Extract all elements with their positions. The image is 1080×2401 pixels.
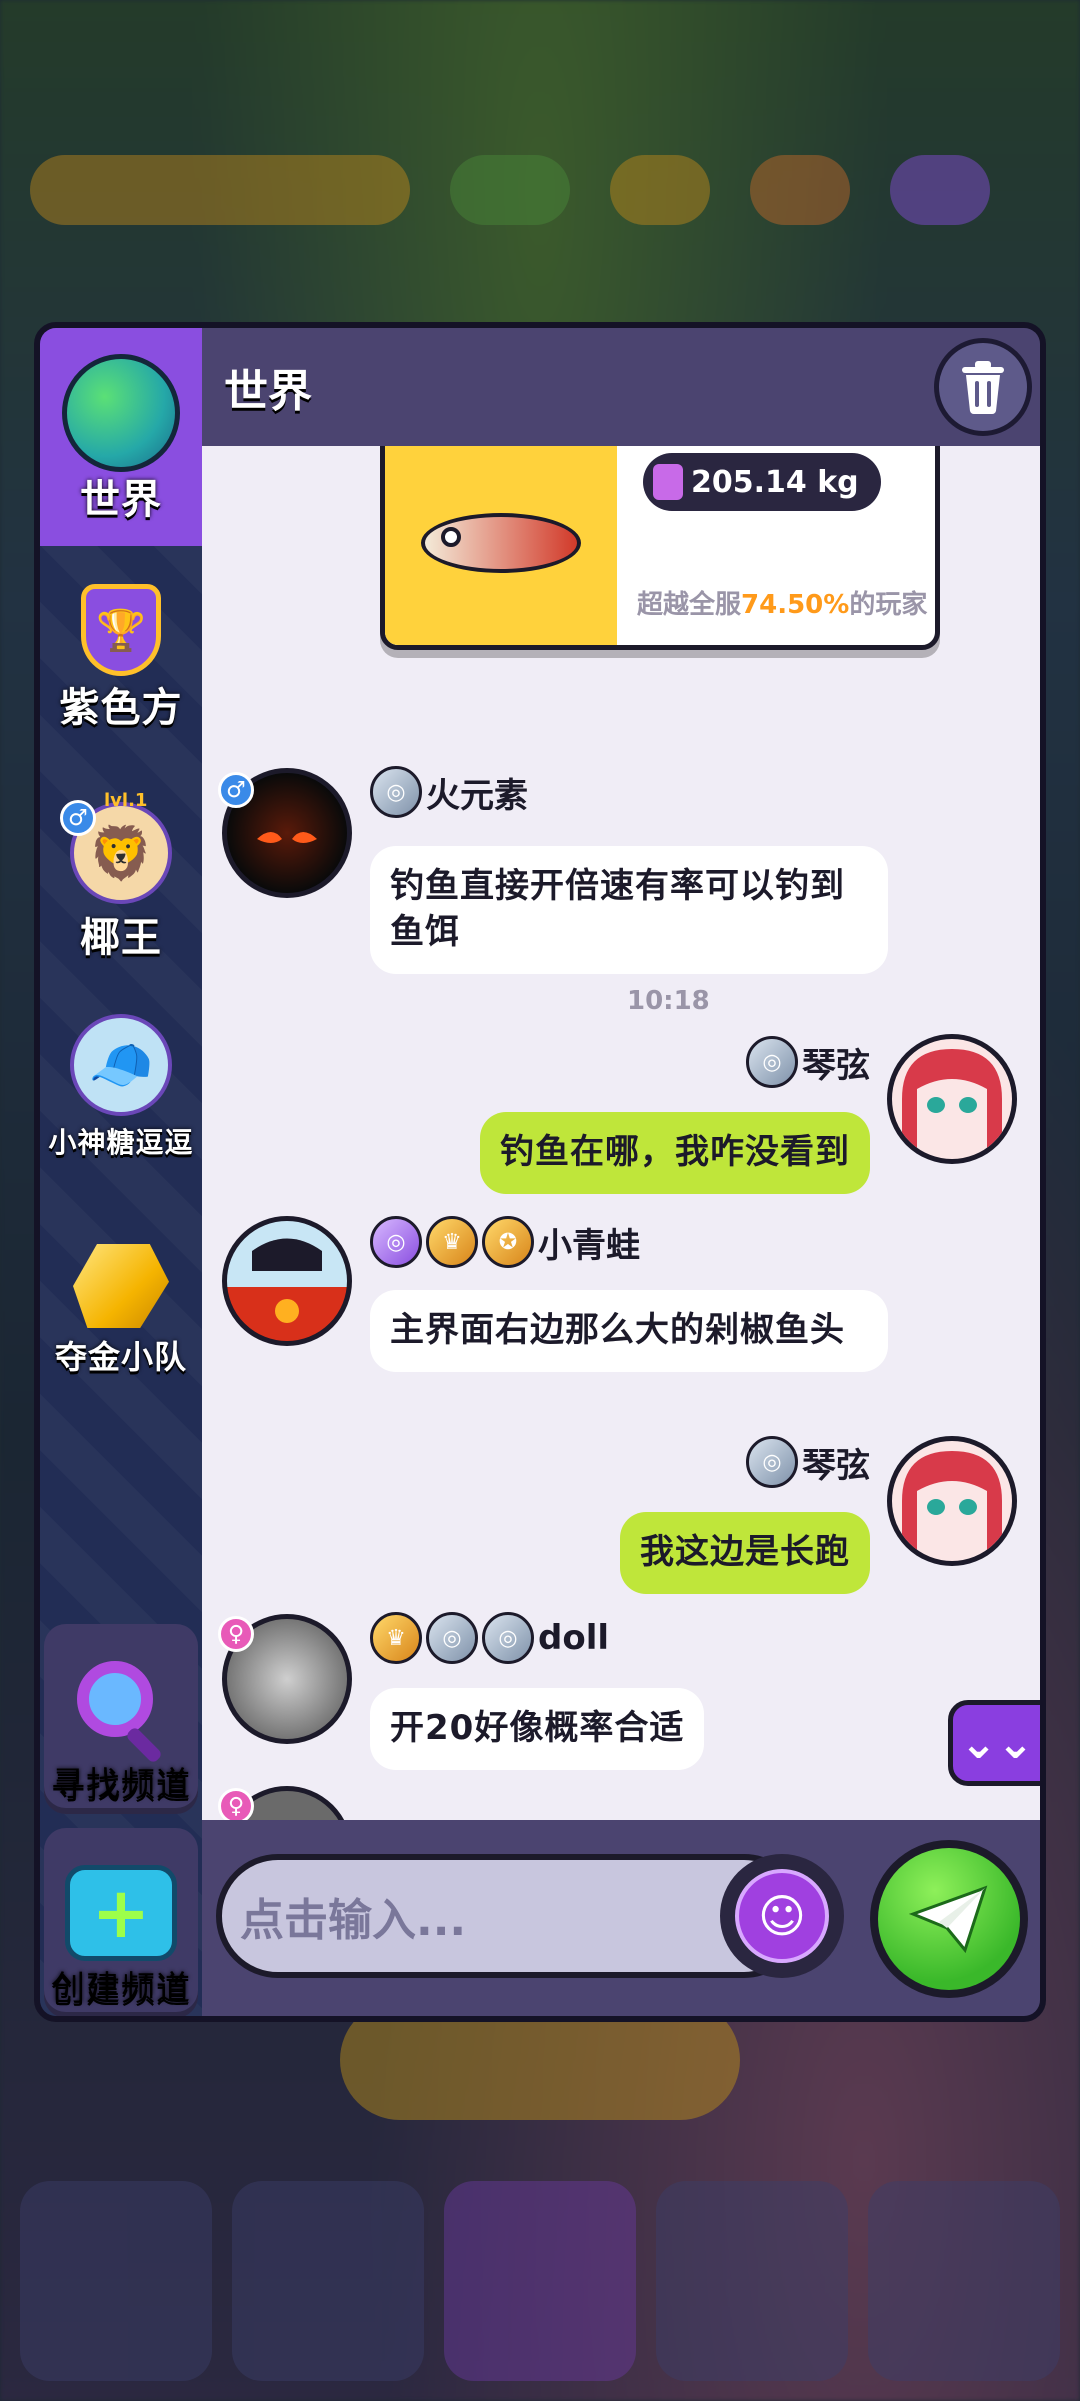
search-icon (69, 1657, 173, 1764)
globe-icon (62, 354, 180, 472)
crown-badge-icon: ♛ (426, 1216, 478, 1268)
avatar[interactable] (222, 1216, 352, 1346)
create-channel-label: 创建频道 (51, 1968, 191, 2009)
chat-header: 世界 (202, 328, 1040, 446)
chat-panel: 世界 🏆 紫色方 🦁 ♂ lvl.1 椰王 🧢 小神糖逗逗 夺金小队 寻找频道 … (34, 322, 1046, 2022)
channel-king[interactable]: 🦁 ♂ lvl.1 椰王 (40, 790, 202, 961)
channel-gold-team-label: 夺金小队 (54, 1338, 187, 1376)
fish-weight-badge: 205.14 kg (643, 453, 881, 511)
double-chevron-down-icon: ⌄⌄ (960, 1717, 1034, 1769)
page-title: 世界 (224, 366, 312, 417)
rank-badge-icon: ◎ (746, 1436, 798, 1488)
channel-candy-label: 小神糖逗逗 (48, 1126, 194, 1159)
king-avatar: 🦁 ♂ lvl.1 (60, 790, 172, 904)
male-icon: ♂ (218, 772, 254, 808)
weight-icon (653, 464, 683, 500)
input-bar: 点击输入... ☺ (202, 1820, 1040, 2016)
girl-face-icon (902, 1049, 1002, 1149)
trophy-shield-icon: 🏆 (81, 584, 161, 676)
rank-badge-icon: ◎ (482, 1612, 534, 1664)
message-bubble[interactable]: 钓鱼直接开倍速有率可以钓到鱼饵 (370, 846, 888, 974)
sender-name: 琴弦 (802, 1445, 870, 1486)
fish-rank-text: 超越全服74.50%的玩家 (637, 584, 927, 621)
level-badge: lvl.1 (104, 790, 148, 811)
sender-name-row: ◎ ♛ ✪ 小青蛙 (370, 1216, 640, 1268)
medal-badge-icon: ✪ (482, 1216, 534, 1268)
channel-world-label: 世界 (80, 477, 162, 523)
gold-gem-icon (73, 1244, 169, 1328)
sender-name: 小青蛙 (538, 1225, 640, 1266)
paper-plane-icon (909, 1885, 988, 1954)
send-button[interactable] (870, 1840, 1028, 1998)
message-bubble[interactable]: 开20好像概率合适 (370, 1688, 705, 1770)
channel-world[interactable]: 世界 (40, 328, 202, 546)
my-avatar[interactable] (887, 1436, 1017, 1566)
find-channel-button[interactable]: 寻找频道 (44, 1624, 198, 1814)
girl-face-icon (902, 1451, 1002, 1551)
rank-badge-icon: ◎ (370, 1216, 422, 1268)
fish-weight: 205.14 kg (691, 464, 859, 500)
sender-name-row: ◎ 琴弦 (746, 1036, 870, 1088)
my-avatar[interactable] (887, 1034, 1017, 1164)
rank-badge-icon: ◎ (426, 1612, 478, 1664)
boy-face-icon (252, 1238, 322, 1323)
fish-image (385, 446, 617, 645)
clear-chat-button[interactable] (934, 338, 1032, 436)
candy-avatar: 🧢 (70, 1014, 172, 1116)
message-input-placeholder: 点击输入... (240, 1895, 467, 1946)
channel-purple-label: 紫色方 (59, 685, 183, 731)
create-channel-button[interactable]: + 创建频道 (44, 1828, 198, 2016)
background-top-bar (30, 140, 1050, 240)
male-icon: ♂ (60, 800, 96, 836)
plus-icon: + (65, 1864, 177, 1961)
channel-purple[interactable]: 🏆 紫色方 (40, 584, 202, 730)
sender-name-row: ◎ 琴弦 (746, 1436, 870, 1488)
message-bubble[interactable]: 我这边是长跑 (620, 1512, 870, 1594)
message-bubble[interactable]: 主界面右边那么大的剁椒鱼头 (370, 1290, 888, 1372)
background-tab-bar (20, 2181, 1060, 2381)
channel-candy[interactable]: 🧢 小神糖逗逗 (40, 1014, 202, 1159)
rank-percent: 74.50% (741, 590, 850, 620)
rank-suffix: 的玩家 (849, 590, 928, 620)
rank-badge-icon: ◎ (370, 766, 422, 818)
sender-name: 琴弦 (802, 1045, 870, 1086)
rank-prefix: 超越全服 (637, 590, 742, 620)
fish-icon (411, 483, 591, 593)
channel-sidebar: 世界 🏆 紫色方 🦁 ♂ lvl.1 椰王 🧢 小神糖逗逗 夺金小队 寻找频道 … (40, 328, 202, 2016)
female-icon: ♀ (218, 1616, 254, 1652)
crown-badge-icon: ♛ (370, 1612, 422, 1664)
scroll-to-bottom-button[interactable]: ⌄⌄ (948, 1700, 1040, 1786)
sender-name-row: ◎ 火元素 (370, 766, 528, 818)
sender-name-row: ♛ ◎ ◎ doll (370, 1612, 609, 1664)
channel-gold-team[interactable]: 夺金小队 (40, 1244, 202, 1375)
message-timestamp: 10:18 (627, 986, 710, 1016)
channel-king-label: 椰王 (80, 915, 162, 961)
female-icon: ♀ (218, 1788, 254, 1824)
emoji-button[interactable]: ☺ (720, 1854, 844, 1978)
sender-name: 火元素 (426, 775, 528, 816)
emoji-icon: ☺ (735, 1869, 829, 1963)
message-list[interactable]: 205.14 kg 超越全服74.50%的玩家 ♂ ◎ 火元素 钓鱼直接开倍速有… (202, 446, 1040, 1826)
fish-share-card[interactable]: 205.14 kg 超越全服74.50%的玩家 (380, 446, 940, 650)
sender-name: doll (538, 1618, 610, 1658)
message-bubble[interactable]: 钓鱼在哪，我咋没看到 (480, 1112, 870, 1194)
rank-badge-icon: ◎ (746, 1036, 798, 1088)
find-channel-label: 寻找频道 (51, 1764, 191, 1805)
trash-icon (962, 361, 1004, 414)
message-input[interactable]: 点击输入... (216, 1854, 806, 1978)
